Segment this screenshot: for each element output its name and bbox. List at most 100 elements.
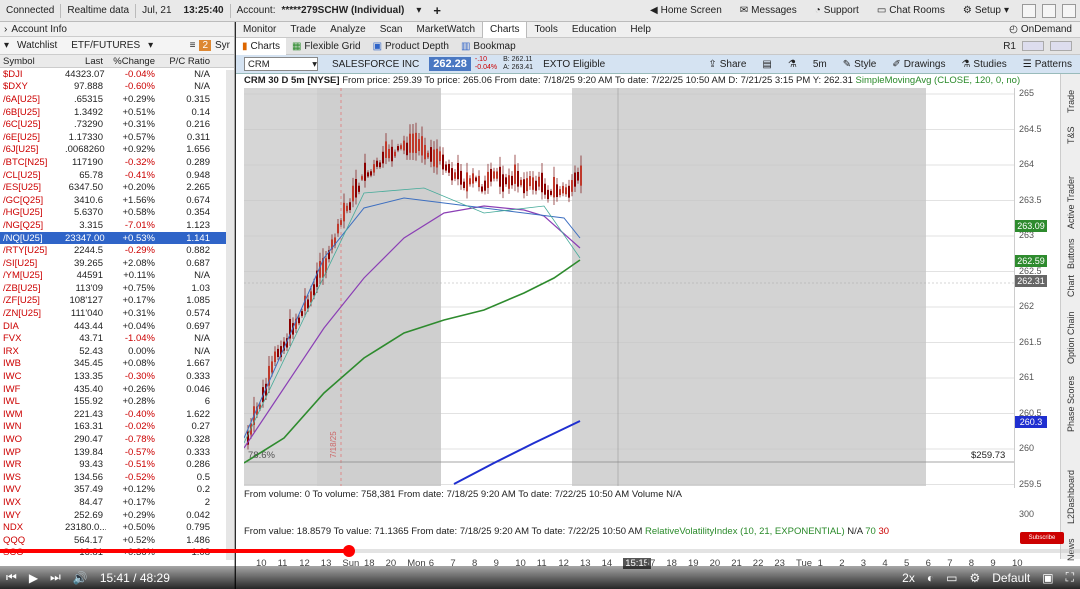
row-symbol[interactable]: /RTY[U25] xyxy=(0,245,62,256)
table-row[interactable]: /6A[U25] .65315 +0.29% 0.315 xyxy=(0,93,234,106)
drawings-button[interactable]: ✐ Drawings xyxy=(884,59,953,70)
table-row[interactable]: $DJI 44323.07 -0.04% N/A xyxy=(0,68,234,81)
table-row[interactable]: IWP 139.84 -0.57% 0.333 xyxy=(0,446,234,459)
watchlist-menu-icon[interactable]: ≡ xyxy=(186,40,200,51)
row-symbol[interactable]: IRX xyxy=(0,346,62,357)
table-row[interactable]: /ZB[U25] 113'09 +0.75% 1.03 xyxy=(0,282,234,295)
tab-tools[interactable]: Tools xyxy=(527,22,564,38)
table-row[interactable]: IWN 163.31 -0.02% 0.27 xyxy=(0,421,234,434)
tab-scan[interactable]: Scan xyxy=(373,22,410,38)
table-row[interactable]: IWV 357.49 +0.12% 0.2 xyxy=(0,484,234,497)
autoplay-toggle[interactable]: ◐ xyxy=(921,571,940,585)
gadget-tab-chart[interactable]: Chart xyxy=(1061,274,1080,298)
tab-analyze[interactable]: Analyze xyxy=(323,22,373,38)
row-symbol[interactable]: /NG[Q25] xyxy=(0,220,62,231)
column-header-last[interactable]: Last xyxy=(62,56,106,67)
row-symbol[interactable]: /ZF[U25] xyxy=(0,295,62,306)
row-symbol[interactable]: QQQ xyxy=(0,535,62,546)
row-symbol[interactable]: /6J[U25] xyxy=(0,144,62,155)
row-symbol[interactable]: FVX xyxy=(0,333,62,344)
row-symbol[interactable]: IWS xyxy=(0,472,62,483)
studies-button[interactable]: ⚗ Studies xyxy=(953,59,1014,70)
print-button[interactable]: ▤ xyxy=(754,59,779,70)
row-symbol[interactable]: NDX xyxy=(0,522,62,533)
table-row[interactable]: QQQ 564.17 +0.52% 1.486 xyxy=(0,534,234,547)
next-icon[interactable]: ⏭ xyxy=(44,570,67,585)
play-icon[interactable]: ▶ xyxy=(23,571,44,585)
row-symbol[interactable]: /ZB[U25] xyxy=(0,283,62,294)
column-header-symbol[interactable]: Symbol xyxy=(0,56,62,67)
row-symbol[interactable]: /6A[U25] xyxy=(0,94,62,105)
support-button[interactable]: ◔ Support xyxy=(808,5,866,16)
tab-product-depth[interactable]: ▣ Product Depth xyxy=(367,38,455,55)
tab-education[interactable]: Education xyxy=(565,22,623,38)
row-symbol[interactable]: /6C[U25] xyxy=(0,119,62,130)
row-symbol[interactable]: /YM[U25] xyxy=(0,270,62,281)
table-row[interactable]: /ZF[U25] 108'127 +0.17% 1.085 xyxy=(0,295,234,308)
row-symbol[interactable]: /ZN[U25] xyxy=(0,308,62,319)
row-symbol[interactable]: IWM xyxy=(0,409,62,420)
row-symbol[interactable]: IWB xyxy=(0,358,62,369)
account-info-header[interactable]: › Account Info xyxy=(0,22,234,37)
row-symbol[interactable]: /6B[U25] xyxy=(0,107,62,118)
table-row[interactable]: NDX 23180.0... +0.50% 0.795 xyxy=(0,521,234,534)
table-row[interactable]: /CL[U25] 65.78 -0.41% 0.948 xyxy=(0,169,234,182)
settings-icon[interactable]: ⚙ xyxy=(963,571,986,585)
row-symbol[interactable]: /CL[U25] xyxy=(0,170,62,181)
messages-button[interactable]: ✉ Messages xyxy=(733,5,804,16)
row-symbol[interactable]: IWR xyxy=(0,459,62,470)
interval-button[interactable]: 5m xyxy=(805,59,835,70)
chevron-down-icon[interactable]: ▾ xyxy=(144,40,157,51)
gadget-tab-dashboard[interactable]: Dashboard xyxy=(1061,470,1080,514)
row-symbol[interactable]: IWC xyxy=(0,371,62,382)
account-selector[interactable]: *****279SCHW (Individual) xyxy=(282,5,411,16)
gadget-tab-active-trader[interactable]: Active Trader xyxy=(1061,172,1080,232)
column-header-change[interactable]: %Change xyxy=(106,56,158,67)
gadget-tab-trade[interactable]: Trade xyxy=(1061,84,1080,118)
table-row[interactable]: IRX 52.43 0.00% N/A xyxy=(0,345,234,358)
watchlist-selector[interactable]: ETF/FUTURES xyxy=(67,40,144,51)
symbol-input[interactable]: CRM ▾ xyxy=(244,57,318,71)
table-row[interactable]: IWY 252.69 +0.29% 0.042 xyxy=(0,509,234,522)
playback-speed[interactable]: 2x xyxy=(896,571,921,585)
row-symbol[interactable]: /6E[U25] xyxy=(0,132,62,143)
row-symbol[interactable]: $DXY xyxy=(0,81,62,92)
row-symbol[interactable]: IWY xyxy=(0,510,62,521)
close-button[interactable] xyxy=(1062,3,1076,18)
table-row[interactable]: IWR 93.43 -0.51% 0.286 xyxy=(0,458,234,471)
table-row[interactable]: /ZN[U25] 111'040 +0.31% 0.574 xyxy=(0,307,234,320)
table-row[interactable]: IWO 290.47 -0.78% 0.328 xyxy=(0,433,234,446)
column-header-pc-ratio[interactable]: P/C Ratio xyxy=(158,56,213,67)
tab-charts[interactable]: ▮ Charts xyxy=(236,37,286,55)
table-row[interactable]: /ES[U25] 6347.50 +0.20% 2.265 xyxy=(0,181,234,194)
linking-icon[interactable]: 2 xyxy=(199,40,211,51)
tab-marketwatch[interactable]: MarketWatch xyxy=(410,22,483,38)
table-row[interactable]: /NQ[U25] 23347.00 +0.53% 1.141 xyxy=(0,231,234,245)
tab-charts[interactable]: Charts xyxy=(482,21,528,38)
table-row[interactable]: /6J[U25] .0068260 +0.92% 1.656 xyxy=(0,144,234,157)
row-symbol[interactable]: IWO xyxy=(0,434,62,445)
tab-trade[interactable]: Trade xyxy=(283,22,323,38)
tab-help[interactable]: Help xyxy=(623,22,658,38)
miniplayer-icon[interactable]: ▣ xyxy=(1036,571,1059,585)
row-symbol[interactable]: $DJI xyxy=(0,69,62,80)
watchlist-tab[interactable]: Watchlist xyxy=(13,40,61,51)
subscribe-badge[interactable]: Subscribe xyxy=(1020,532,1064,544)
volume-icon[interactable]: 🔊 xyxy=(67,571,94,585)
gadget-tab-l2[interactable]: L2 xyxy=(1061,509,1080,529)
table-row[interactable]: /HG[U25] 5.6370 +0.58% 0.354 xyxy=(0,207,234,220)
video-progress-bar[interactable] xyxy=(0,545,1080,557)
watchlist-scrollbar[interactable] xyxy=(226,70,234,560)
row-symbol[interactable]: /SI[U25] xyxy=(0,258,62,269)
gadget-tab-t-s[interactable]: T&S xyxy=(1061,124,1080,146)
table-row[interactable]: IWB 345.45 +0.08% 1.667 xyxy=(0,358,234,371)
table-row[interactable]: /6B[U25] 1.3492 +0.51% 0.14 xyxy=(0,106,234,119)
maximize-button[interactable] xyxy=(1042,3,1056,18)
home-screen-button[interactable]: ◀ Home Screen xyxy=(643,5,729,16)
table-row[interactable]: IWL 155.92 +0.28% 6 xyxy=(0,395,234,408)
price-chart-svg[interactable]: 7/18/25 xyxy=(243,88,1014,486)
row-symbol[interactable]: IWN xyxy=(0,421,62,432)
chevron-down-icon[interactable]: ▾ xyxy=(0,40,13,51)
tab-monitor[interactable]: Monitor xyxy=(236,22,283,38)
row-symbol[interactable]: IWP xyxy=(0,447,62,458)
